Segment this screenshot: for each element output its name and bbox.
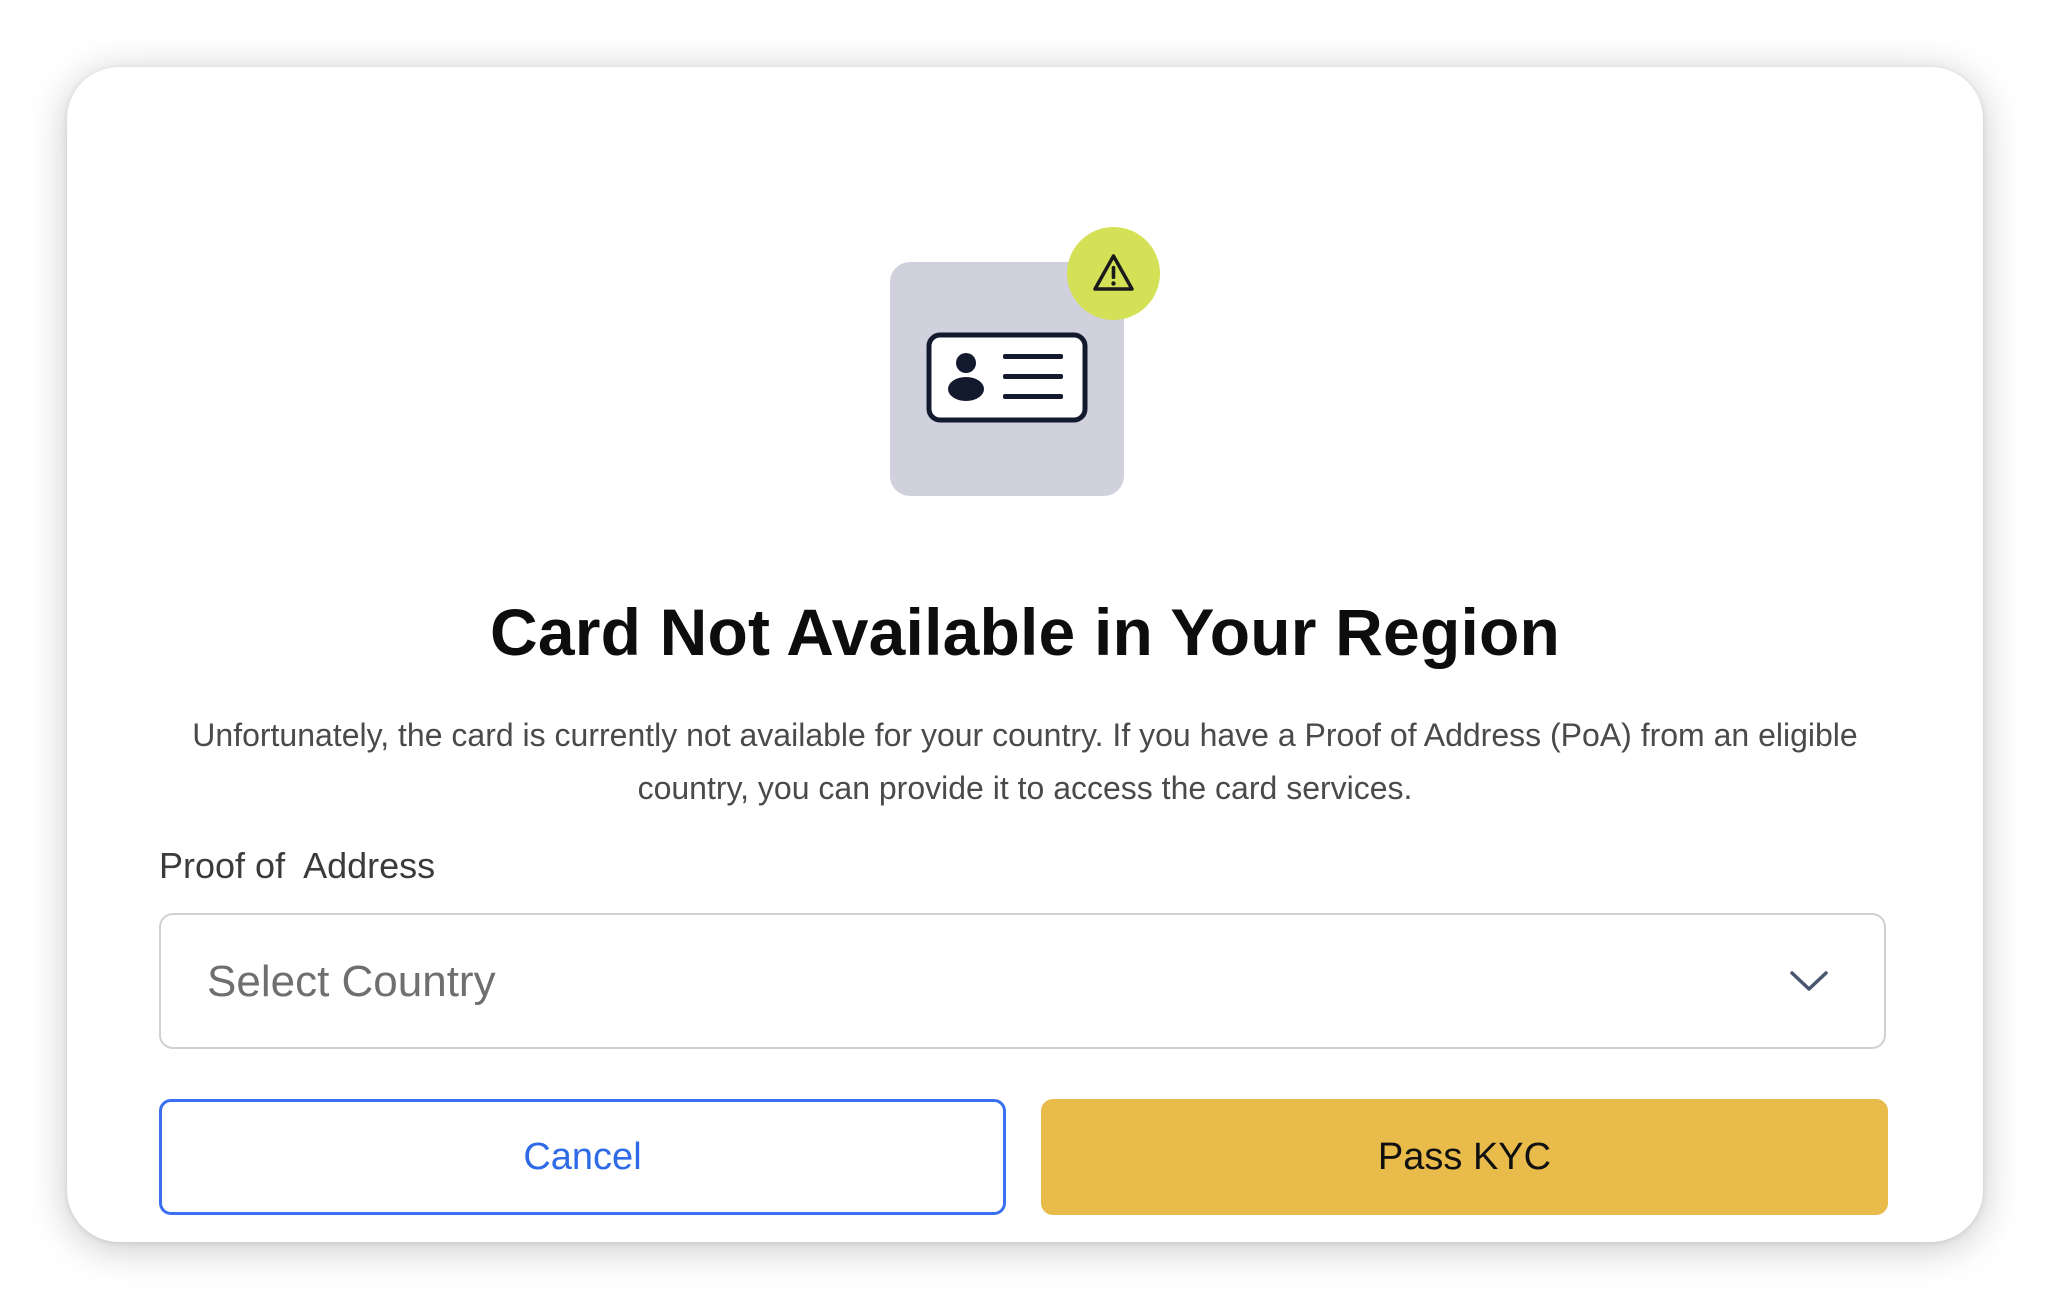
chevron-down-icon (1790, 971, 1828, 991)
region-unavailable-dialog: Card Not Available in Your Region Unfort… (67, 67, 1983, 1242)
id-card-icon (926, 332, 1088, 423)
warning-icon (1093, 254, 1134, 291)
screen: Card Not Available in Your Region Unfort… (0, 0, 2048, 1309)
warning-badge (1067, 227, 1160, 320)
proof-of-address-label: Proof of Address (159, 845, 436, 886)
pass-kyc-button[interactable]: Pass KYC (1041, 1099, 1888, 1215)
cancel-button-label: Cancel (523, 1135, 642, 1178)
dialog-description: Unfortunately, the card is currently not… (192, 717, 1858, 806)
cancel-button[interactable]: Cancel (159, 1099, 1006, 1215)
country-select-placeholder: Select Country (207, 957, 496, 1006)
pass-kyc-button-label: Pass KYC (1377, 1135, 1552, 1178)
country-select[interactable]: Select Country (159, 913, 1886, 1049)
illustration (890, 194, 1160, 496)
dialog-title: Card Not Available in Your Region (489, 595, 1561, 669)
